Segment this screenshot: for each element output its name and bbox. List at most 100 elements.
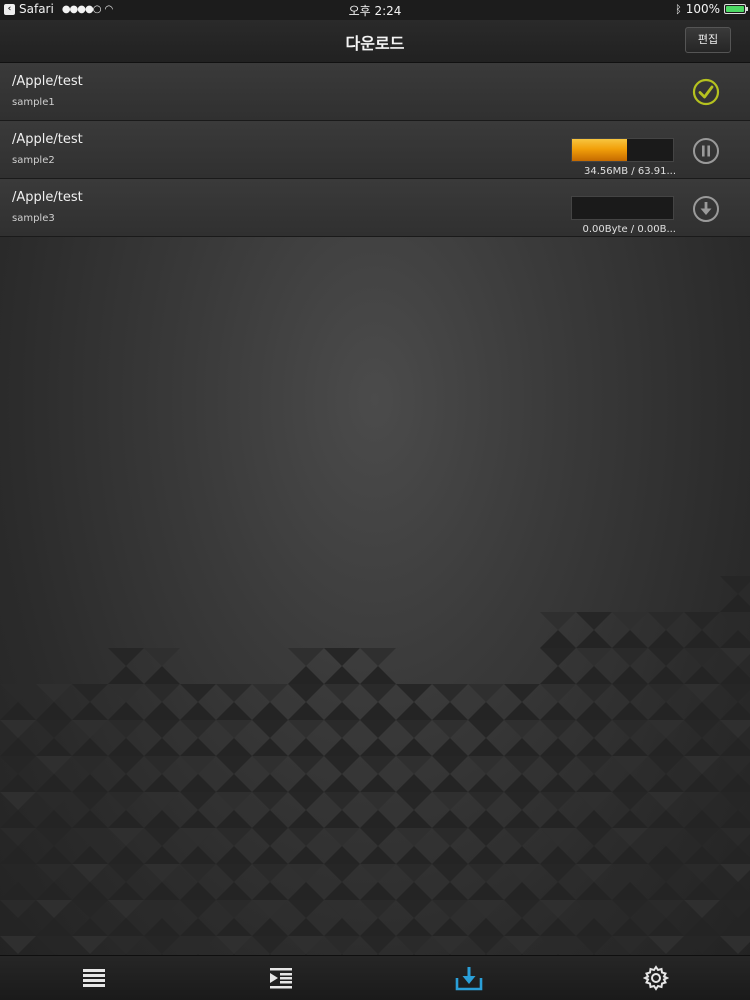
pattern-triangle — [648, 720, 684, 738]
pattern-triangle — [180, 720, 216, 738]
pattern-triangle — [576, 846, 612, 864]
tab-list[interactable] — [81, 965, 107, 991]
pattern-triangle — [324, 882, 360, 900]
pattern-triangle — [288, 774, 324, 792]
pattern-triangle — [252, 936, 288, 954]
pattern-triangle — [396, 882, 432, 900]
pattern-triangle — [252, 846, 288, 864]
pattern-triangle — [180, 828, 216, 846]
pattern-triangle — [0, 792, 36, 810]
pattern-triangle — [180, 738, 216, 756]
pattern-triangle — [180, 792, 216, 810]
pattern-triangle — [612, 918, 648, 936]
pattern-triangle — [684, 900, 720, 918]
pattern-triangle — [108, 882, 144, 900]
pattern-triangle — [36, 810, 72, 828]
download-row[interactable]: /Apple/test sample2 34.56MB / 63.91... — [0, 121, 750, 179]
pattern-triangle — [288, 792, 324, 810]
pattern-triangle — [180, 774, 216, 792]
pattern-triangle — [324, 774, 360, 792]
pattern-triangle — [720, 666, 750, 684]
pattern-triangle — [648, 900, 684, 918]
pattern-triangle — [72, 846, 108, 864]
pattern-triangle — [252, 900, 288, 918]
pause-circle-icon[interactable] — [692, 137, 719, 164]
tab-downloads[interactable] — [455, 965, 483, 991]
pattern-triangle — [252, 684, 288, 702]
tab-settings[interactable] — [643, 965, 669, 991]
pattern-triangle — [504, 918, 540, 936]
pattern-triangle — [612, 756, 648, 774]
pattern-triangle — [252, 882, 288, 900]
pattern-triangle — [684, 810, 720, 828]
pattern-triangle — [576, 900, 612, 918]
pattern-triangle — [72, 882, 108, 900]
pattern-triangle — [180, 756, 216, 774]
pattern-triangle — [576, 684, 612, 702]
pattern-triangle — [252, 792, 288, 810]
pattern-triangle — [36, 774, 72, 792]
pattern-triangle — [504, 684, 540, 702]
tab-bar — [0, 955, 750, 1000]
pattern-triangle — [540, 792, 576, 810]
navigation-bar: 다운로드 편집 — [0, 20, 750, 63]
pattern-triangle — [468, 846, 504, 864]
pattern-triangle — [216, 756, 252, 774]
pattern-triangle — [504, 882, 540, 900]
pattern-triangle — [720, 702, 750, 720]
pattern-triangle — [216, 918, 252, 936]
pattern-triangle — [432, 864, 468, 882]
pattern-triangle — [468, 828, 504, 846]
pattern-triangle — [468, 738, 504, 756]
pattern-triangle — [432, 756, 468, 774]
pattern-triangle — [360, 900, 396, 918]
pattern-triangle — [396, 720, 432, 738]
checkmark-circle-icon[interactable] — [692, 78, 720, 106]
pattern-triangle — [324, 864, 360, 882]
download-progress-text: 0.00Byte / 0.00B... — [582, 224, 676, 235]
pattern-triangle — [288, 846, 324, 864]
pattern-triangle — [576, 666, 612, 684]
pattern-triangle — [108, 720, 144, 738]
pattern-triangle — [288, 666, 324, 684]
download-row[interactable]: /Apple/test sample1 — [0, 63, 750, 121]
pattern-triangle — [360, 720, 396, 738]
pattern-triangle — [432, 702, 468, 720]
pattern-triangle — [396, 900, 432, 918]
pattern-triangle — [396, 846, 432, 864]
pattern-triangle — [540, 846, 576, 864]
pattern-triangle — [0, 684, 36, 702]
pattern-triangle — [396, 702, 432, 720]
download-circle-icon[interactable] — [692, 195, 719, 222]
pattern-triangle — [540, 738, 576, 756]
indent-list-icon — [270, 968, 292, 989]
download-row[interactable]: /Apple/test sample3 0.00Byte / 0.00B... — [0, 179, 750, 237]
pattern-triangle — [720, 900, 750, 918]
pattern-triangle — [252, 738, 288, 756]
list-icon — [83, 969, 105, 987]
pattern-triangle — [576, 738, 612, 756]
pattern-triangle — [684, 612, 720, 630]
pattern-triangle — [216, 792, 252, 810]
edit-button[interactable]: 편집 — [685, 27, 731, 53]
pattern-triangle — [108, 828, 144, 846]
pattern-triangle — [288, 864, 324, 882]
pattern-triangle — [540, 774, 576, 792]
pattern-triangle — [180, 864, 216, 882]
pattern-triangle — [576, 828, 612, 846]
pattern-triangle — [540, 810, 576, 828]
pattern-triangle — [288, 738, 324, 756]
pattern-triangle — [684, 648, 720, 666]
download-filename: sample1 — [12, 97, 55, 108]
pattern-triangle — [612, 648, 648, 666]
pattern-triangle — [144, 936, 180, 954]
tab-indent-list[interactable] — [268, 965, 294, 991]
pattern-triangle — [108, 666, 144, 684]
pattern-triangle — [576, 864, 612, 882]
pattern-triangle — [720, 864, 750, 882]
pattern-triangle — [468, 810, 504, 828]
pattern-triangle — [0, 810, 36, 828]
pattern-triangle — [252, 702, 288, 720]
pattern-triangle — [180, 702, 216, 720]
pattern-triangle — [144, 666, 180, 684]
